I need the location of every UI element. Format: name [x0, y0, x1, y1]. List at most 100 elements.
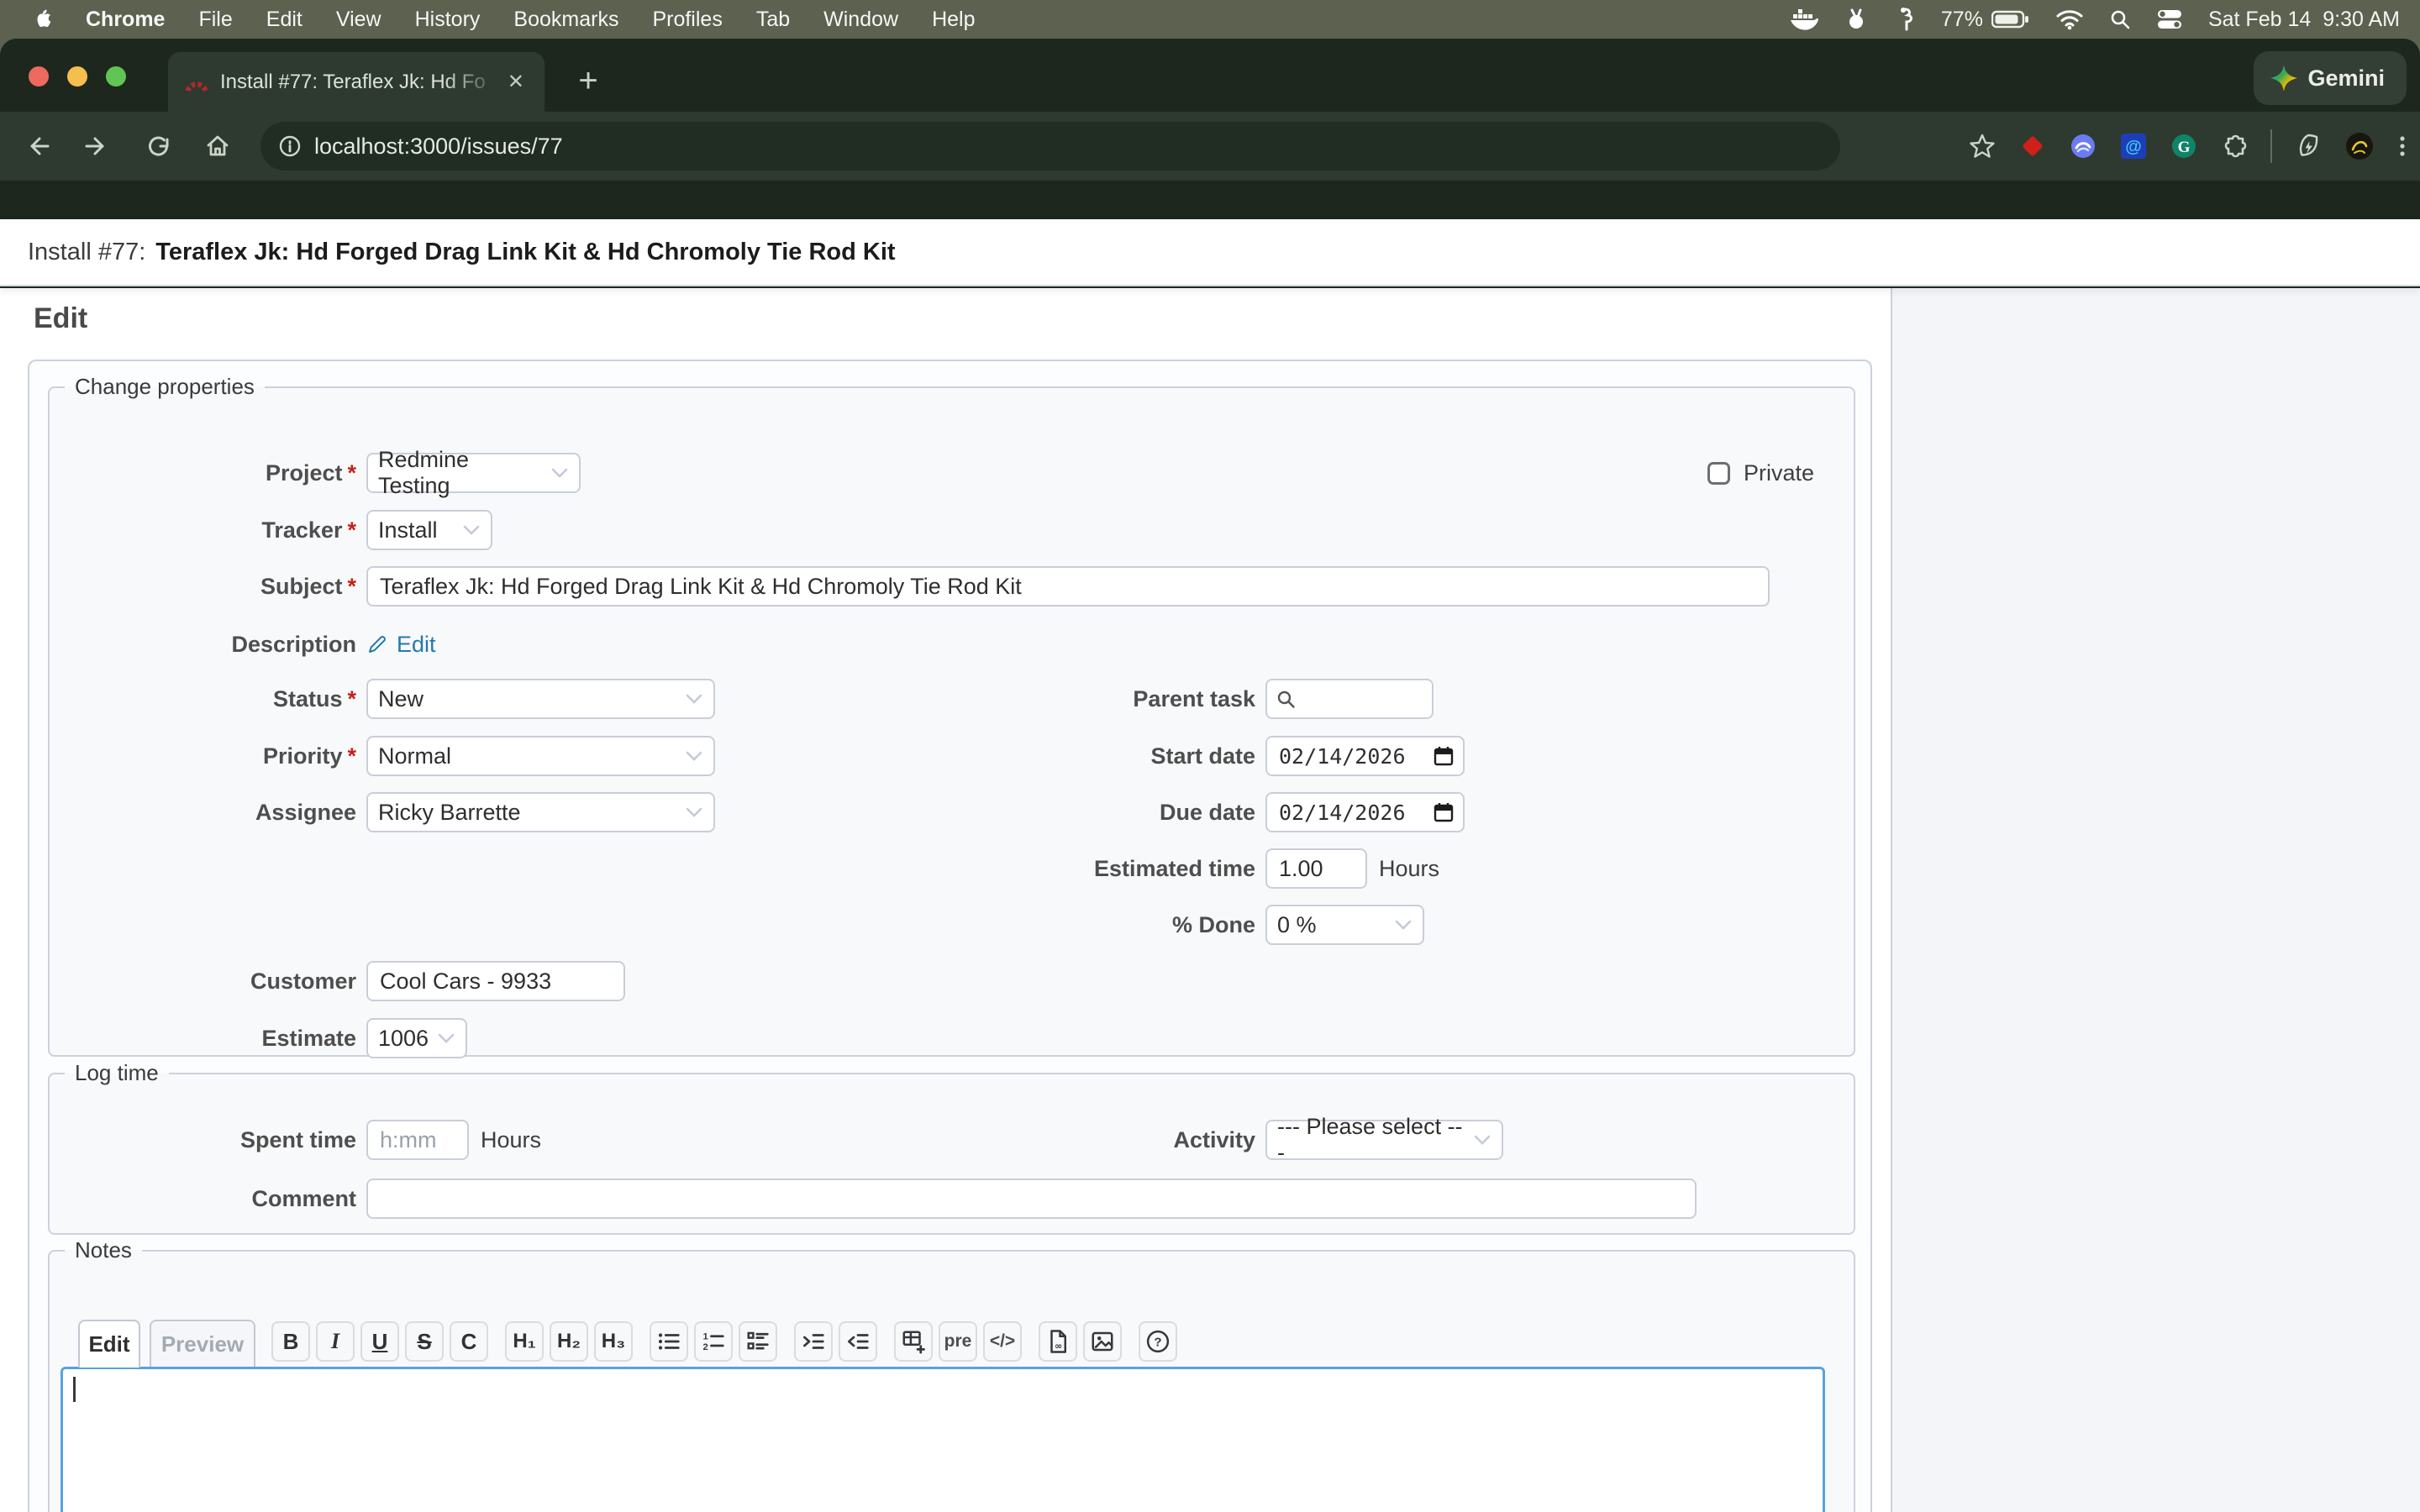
- menubar-item-help[interactable]: Help: [932, 8, 975, 32]
- subject-input[interactable]: [366, 566, 1770, 606]
- status-select[interactable]: New: [366, 679, 715, 719]
- chrome-menu-icon[interactable]: [2396, 132, 2408, 160]
- customer-input[interactable]: [366, 961, 625, 1001]
- forward-icon[interactable]: [82, 132, 110, 160]
- due-date-label: Due date: [957, 800, 1255, 826]
- ordered-list-button[interactable]: 12: [694, 1321, 733, 1362]
- bold-button[interactable]: B: [271, 1321, 310, 1362]
- menubar-item-window[interactable]: Window: [823, 8, 898, 32]
- tab-title: Install #77: Teraflex Jk: Hd Fo: [220, 71, 501, 94]
- calendar-icon[interactable]: [1433, 745, 1455, 767]
- ordered-list-icon: 12: [701, 1329, 726, 1354]
- svg-text:?: ?: [1154, 1336, 1161, 1350]
- spotlight-search-icon[interactable]: [2109, 8, 2131, 30]
- menubar-item-file[interactable]: File: [198, 8, 232, 32]
- menubar-item-bookmarks[interactable]: Bookmarks: [513, 8, 618, 32]
- help-button[interactable]: ?: [1139, 1321, 1177, 1362]
- battery-saver-leaf-icon[interactable]: [2294, 132, 2323, 160]
- menubar-item-chrome[interactable]: Chrome: [86, 8, 165, 32]
- insert-table-button[interactable]: [894, 1321, 933, 1362]
- chevron-down-icon: [1387, 919, 1413, 931]
- bookmark-star-icon[interactable]: [1968, 132, 1996, 160]
- strikethrough-button[interactable]: S: [405, 1321, 444, 1362]
- browser-tab[interactable]: Install #77: Teraflex Jk: Hd Fo ✕: [168, 52, 544, 112]
- menubar-item-history[interactable]: History: [415, 8, 481, 32]
- rabbit-icon[interactable]: [1844, 8, 1869, 31]
- menubar-item-edit[interactable]: Edit: [266, 8, 302, 32]
- profile-avatar[interactable]: [2344, 131, 2375, 161]
- extension-redgate-icon[interactable]: [2018, 132, 2047, 160]
- gnu-icon[interactable]: [1894, 7, 1916, 32]
- project-select[interactable]: Redmine Testing: [366, 453, 581, 493]
- pencil-icon: [366, 633, 388, 655]
- insert-image-button[interactable]: [1083, 1321, 1122, 1362]
- heading3-button[interactable]: H₃: [594, 1321, 633, 1362]
- heading2-button[interactable]: H₂: [550, 1321, 588, 1362]
- heading1-button[interactable]: H₁: [505, 1321, 544, 1362]
- code-block-button[interactable]: </>: [983, 1321, 1022, 1362]
- extensions-puzzle-icon[interactable]: [2220, 132, 2249, 160]
- browser-toolbar: localhost:3000/issues/77 @ G: [0, 112, 2420, 181]
- wifi-icon[interactable]: [2055, 8, 2084, 30]
- assignee-select[interactable]: Ricky Barrette: [366, 792, 715, 832]
- comment-input[interactable]: [366, 1179, 1697, 1219]
- gemini-button[interactable]: Gemini: [2254, 51, 2407, 105]
- notes-tab-preview[interactable]: Preview: [150, 1320, 255, 1368]
- new-tab-button[interactable]: +: [568, 60, 608, 101]
- underline-button[interactable]: U: [360, 1321, 399, 1362]
- definition-list-button[interactable]: [739, 1321, 777, 1362]
- change-properties-legend: Change properties: [65, 374, 265, 400]
- private-checkbox[interactable]: [1707, 462, 1730, 485]
- calendar-icon[interactable]: [1433, 801, 1455, 823]
- notes-tab-edit[interactable]: Edit: [78, 1320, 140, 1368]
- redmine-favicon: [185, 71, 208, 93]
- extension-lens-icon[interactable]: [2069, 132, 2097, 160]
- done-ratio-select[interactable]: 0 %: [1265, 905, 1424, 945]
- reload-icon[interactable]: [145, 132, 173, 160]
- issue-title: Teraflex Jk: Hd Forged Drag Link Kit & H…: [155, 239, 895, 266]
- browser-window: Install #77: Teraflex Jk: Hd Fo ✕ + Gemi…: [0, 39, 2420, 1512]
- priority-select[interactable]: Normal: [366, 736, 715, 776]
- url-text[interactable]: localhost:3000/issues/77: [314, 134, 563, 160]
- italic-button[interactable]: I: [316, 1321, 355, 1362]
- definition-list-icon: [745, 1329, 771, 1354]
- back-icon[interactable]: [24, 132, 53, 160]
- project-label: Project*: [58, 460, 356, 486]
- control-center-icon[interactable]: [2156, 8, 2183, 30]
- window-zoom-button[interactable]: [106, 66, 126, 87]
- menubar-item-tab[interactable]: Tab: [756, 8, 790, 32]
- battery-icon[interactable]: [1991, 9, 2030, 29]
- docker-icon[interactable]: [1790, 8, 1818, 30]
- start-date-label: Start date: [957, 743, 1255, 769]
- address-bar[interactable]: localhost:3000/issues/77: [260, 122, 1840, 171]
- window-minimize-button[interactable]: [67, 66, 87, 87]
- indent-icon: [801, 1329, 826, 1354]
- preformatted-button[interactable]: pre: [939, 1321, 977, 1362]
- menubar-date[interactable]: Sat Feb 14: [2208, 8, 2311, 32]
- home-icon[interactable]: [203, 132, 232, 160]
- link-file-button[interactable]: ∞: [1039, 1321, 1077, 1362]
- grammarly-icon[interactable]: G: [2170, 132, 2198, 160]
- activity-select[interactable]: --- Please select ---: [1265, 1120, 1503, 1160]
- indent-button[interactable]: [794, 1321, 833, 1362]
- unordered-list-button[interactable]: [650, 1321, 688, 1362]
- menubar-item-profiles[interactable]: Profiles: [652, 8, 722, 32]
- notes-textarea[interactable]: [60, 1367, 1825, 1512]
- gemini-sparkle-icon: [2270, 65, 2297, 92]
- menubar-item-view[interactable]: View: [336, 8, 381, 32]
- tab-close-icon[interactable]: ✕: [501, 66, 531, 97]
- estimated-time-label: Estimated time: [957, 856, 1255, 882]
- estimated-time-input[interactable]: [1265, 848, 1367, 889]
- site-info-icon[interactable]: [277, 134, 302, 159]
- inline-code-button[interactable]: C: [450, 1321, 488, 1362]
- tracker-select[interactable]: Install: [366, 510, 492, 550]
- apple-icon[interactable]: [32, 8, 52, 31]
- svg-text:G: G: [2178, 139, 2191, 156]
- description-edit-link[interactable]: Edit: [397, 632, 436, 658]
- estimate-select[interactable]: 1006: [366, 1018, 467, 1058]
- menubar-time[interactable]: 9:30 AM: [2323, 8, 2400, 32]
- window-close-button[interactable]: [29, 66, 49, 87]
- outdent-button[interactable]: [839, 1321, 877, 1362]
- spent-time-input[interactable]: [366, 1120, 469, 1160]
- extension-at-icon[interactable]: @: [2119, 132, 2148, 160]
